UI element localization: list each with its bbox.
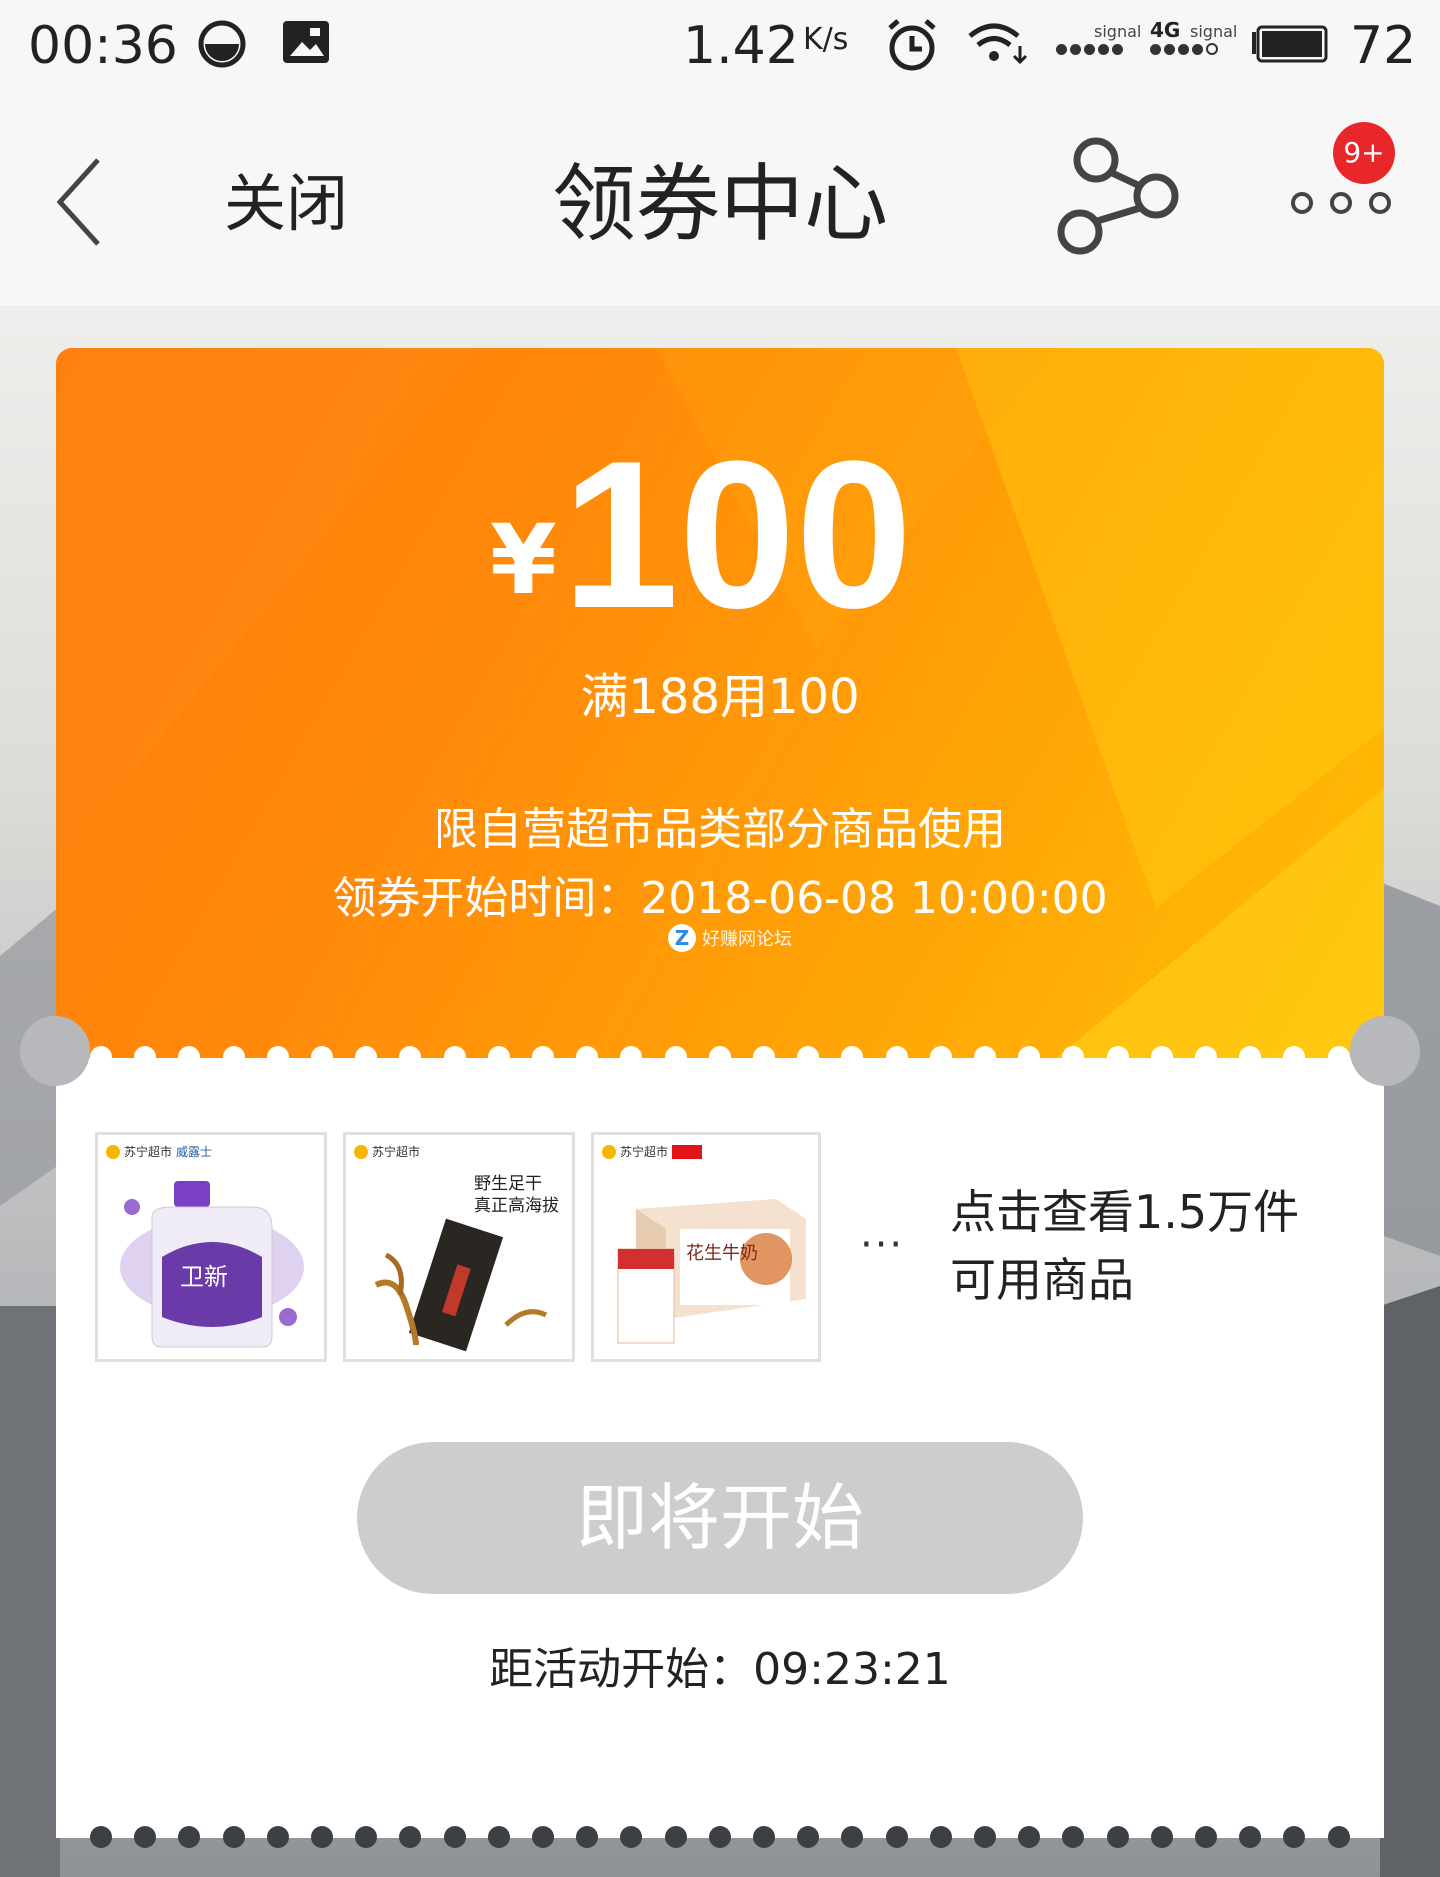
coupon-condition: 满188用100 bbox=[580, 669, 860, 725]
coming-soon-button[interactable]: 即将开始 bbox=[357, 1442, 1083, 1594]
store-logo: 苏宁超市 bbox=[354, 1143, 420, 1160]
coupon-notch-right bbox=[1350, 1016, 1420, 1086]
coupon-perforation bbox=[90, 1046, 1350, 1068]
more-icon[interactable] bbox=[1286, 188, 1396, 218]
coupon-bottom-edge bbox=[90, 1826, 1350, 1848]
status-bar: 00:36 1.42 K/s signal 4G signal 72 bbox=[0, 0, 1440, 92]
wifi-icon bbox=[968, 23, 1028, 65]
coupon-currency: ¥ bbox=[490, 504, 557, 616]
product-list: 苏宁超市 威露士 卫新 苏宁超市 野生足干 真正高海拔 苏宁超市 花生牛奶 bbox=[95, 1132, 821, 1362]
battery-icon bbox=[1252, 25, 1328, 63]
alarm-icon bbox=[888, 19, 936, 71]
watermark-logo: Z bbox=[668, 924, 696, 952]
battery-level: 72 bbox=[1350, 16, 1417, 76]
network-type: 4G bbox=[1150, 18, 1181, 42]
share-icon[interactable] bbox=[1052, 136, 1182, 256]
coupon-scope: 限自营超市品类部分商品使用 bbox=[434, 804, 1006, 855]
countdown-timer: 距活动开始：09:23:21 bbox=[489, 1644, 951, 1695]
notification-badge: 9+ bbox=[1333, 122, 1395, 184]
store-logo: 苏宁超市 威露士 bbox=[106, 1143, 212, 1160]
more-products-ellipsis: ··· bbox=[860, 1222, 905, 1268]
signal-label-1: signal bbox=[1094, 22, 1142, 41]
network-speed-unit: K/s bbox=[803, 22, 849, 57]
watermark: Z 好赚网论坛 bbox=[668, 924, 792, 952]
product-name: 花生牛奶 bbox=[686, 1243, 758, 1264]
view-all-line2: 可用商品 bbox=[950, 1253, 1134, 1307]
image-icon bbox=[283, 21, 329, 63]
detergent-image: 卫新 bbox=[120, 1181, 304, 1348]
store-logo: 苏宁超市 bbox=[602, 1143, 703, 1160]
watermark-text: 好赚网论坛 bbox=[702, 929, 792, 950]
product-card-cordyceps[interactable]: 苏宁超市 野生足干 真正高海拔 bbox=[343, 1132, 575, 1362]
coupon-amount: 100 bbox=[562, 417, 913, 652]
coupon-notch-left bbox=[20, 1016, 90, 1086]
sync-icon bbox=[198, 20, 246, 68]
signal-icon-2 bbox=[1150, 42, 1218, 56]
product-name: 卫新 bbox=[180, 1263, 228, 1291]
peanut-milk-image: 花生牛奶 bbox=[617, 1199, 806, 1344]
product-card-detergent[interactable]: 苏宁超市 威露士 卫新 bbox=[95, 1132, 327, 1362]
signal-label-2: signal bbox=[1190, 22, 1238, 41]
page-title: 领券中心 bbox=[551, 155, 888, 253]
network-speed: 1.42 bbox=[683, 16, 799, 76]
coupon-start-time: 领券开始时间：2018-06-08 10:00:00 bbox=[332, 873, 1108, 924]
status-time: 00:36 bbox=[28, 16, 178, 76]
signal-icon bbox=[1056, 42, 1123, 56]
cordyceps-image bbox=[374, 1218, 548, 1352]
view-all-line1: 点击查看1.5万件 bbox=[950, 1185, 1300, 1239]
nav-bar: 关闭 领券中心 9+ bbox=[0, 92, 1440, 306]
view-all-products-link[interactable]: 点击查看1.5万件 可用商品 bbox=[950, 1178, 1299, 1314]
product-card-peanut-milk[interactable]: 苏宁超市 花生牛奶 bbox=[591, 1132, 821, 1362]
